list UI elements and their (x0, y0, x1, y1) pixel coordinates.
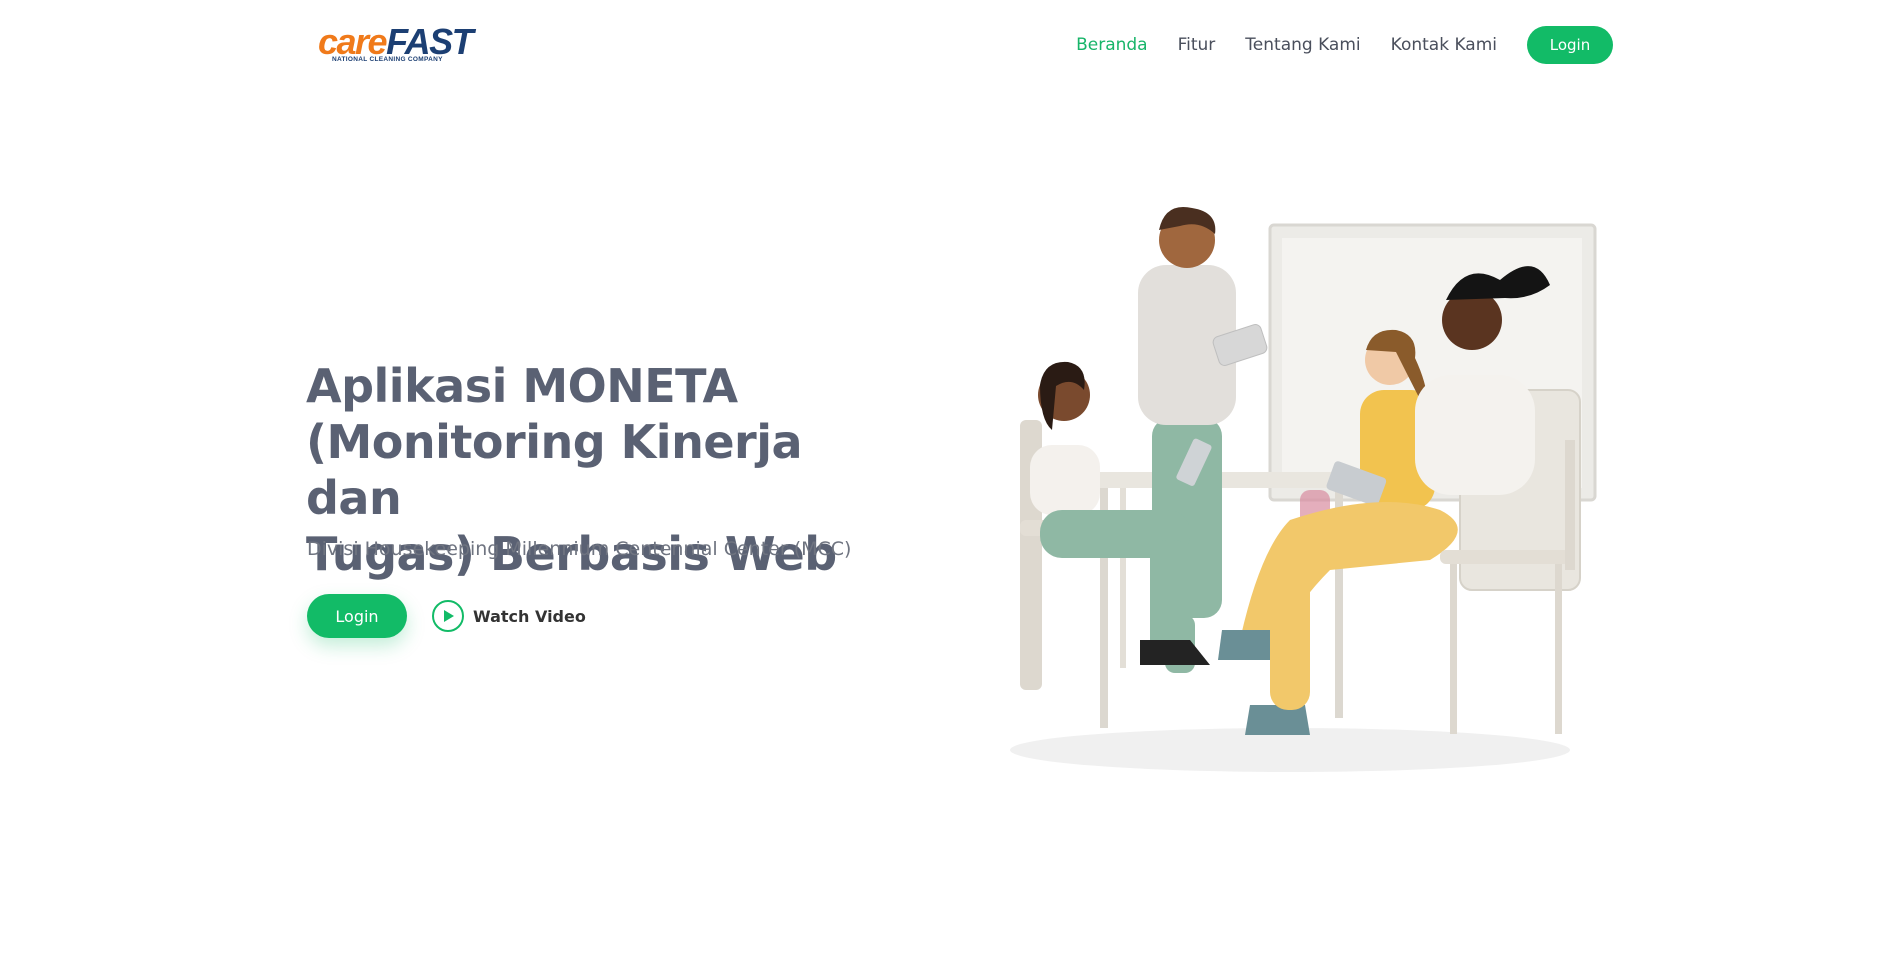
nav-login-button[interactable]: Login (1527, 26, 1613, 64)
hero-title-line-2: (Monitoring Kinerja dan (306, 415, 803, 525)
team-meeting-illustration (960, 190, 1620, 780)
carefast-logo[interactable]: careFAST NATIONAL CLEANING COMPANY (318, 22, 474, 66)
watch-video-label: Watch Video (473, 606, 586, 626)
play-icon (432, 600, 464, 632)
hero-login-button[interactable]: Login (307, 594, 407, 638)
hero-title-line-1: Aplikasi MONETA (306, 359, 738, 413)
nav-item-beranda[interactable]: Beranda (1076, 35, 1148, 55)
site-header: careFAST NATIONAL CLEANING COMPANY Beran… (0, 0, 1901, 88)
nav-item-fitur[interactable]: Fitur (1178, 35, 1216, 55)
main-nav: Beranda Fitur Tentang Kami Kontak Kami L… (1046, 26, 1613, 64)
watch-video-button[interactable]: Watch Video (432, 599, 586, 633)
nav-item-tentang-kami[interactable]: Tentang Kami (1245, 35, 1360, 55)
hero-subtitle: Divisi Housekeeping Millennium Centennia… (307, 538, 852, 560)
logo-tagline: NATIONAL CLEANING COMPANY (332, 56, 443, 63)
nav-item-kontak-kami[interactable]: Kontak Kami (1391, 35, 1497, 55)
